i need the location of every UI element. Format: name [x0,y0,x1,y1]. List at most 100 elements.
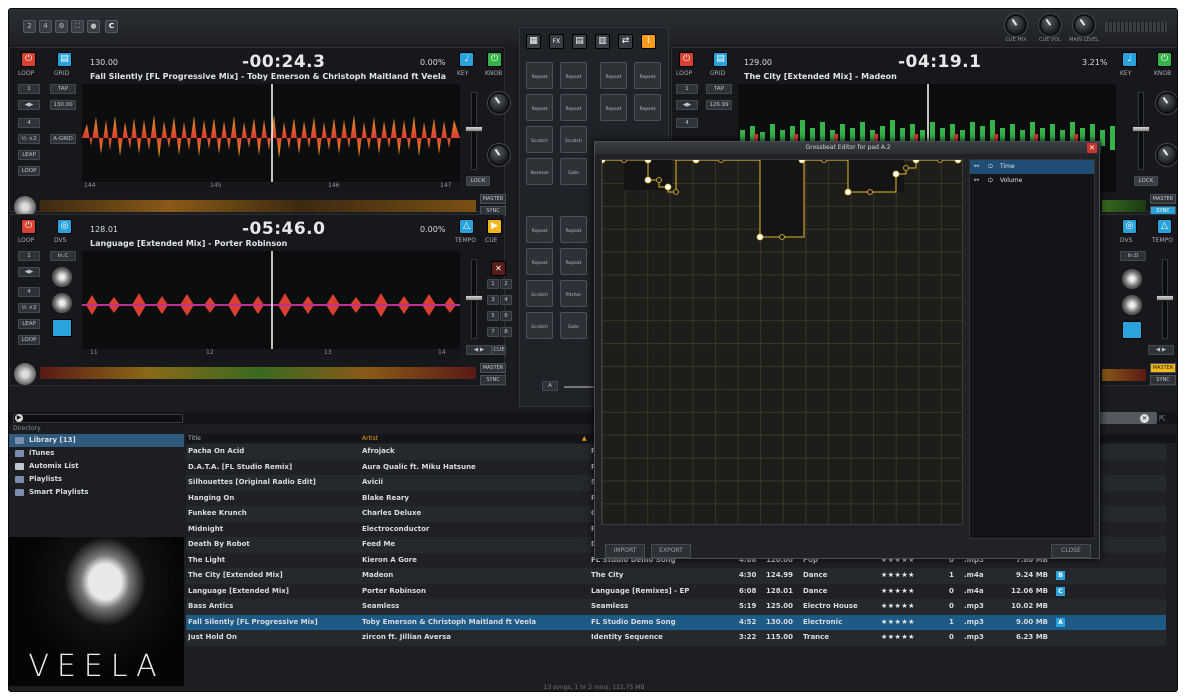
vinyl-mode-icon[interactable] [52,293,72,313]
c-button[interactable]: C [105,20,118,33]
deck-b-fx-knob-1[interactable] [1156,92,1177,114]
main-level-knob[interactable] [1073,14,1095,36]
key-icon[interactable]: ♩ [459,52,474,67]
leap-button[interactable]: LEAP [18,150,40,160]
dvs-icon[interactable]: ◎ [57,219,72,234]
deck-a-overview-waveform[interactable] [40,200,476,212]
deck-b-overview-waveform[interactable] [1102,200,1146,212]
deck-c-overview-waveform[interactable] [40,367,476,379]
sidebar-item-smart-playlists[interactable]: Smart Playlists [9,486,184,499]
vinyl-icon[interactable] [1122,269,1142,289]
pad-c3[interactable]: Repeat [526,248,553,275]
pad-a7[interactable]: Reverse [526,158,553,185]
cue-vol-knob[interactable] [1039,14,1061,36]
tap-button[interactable]: TAP [706,84,732,94]
link-icon[interactable]: ⚯ [974,174,979,188]
cue-icon[interactable]: ▶ [487,219,502,234]
input-select[interactable]: In.D [1120,251,1146,261]
pad-c2[interactable]: Repeat [560,216,587,243]
sync-button[interactable]: SYNC [1150,375,1176,385]
table-row[interactable]: Language [Extended Mix] Porter Robinson La… [186,583,1166,599]
cue-pad-5[interactable]: 5 [487,311,499,321]
column-artist[interactable]: Artist [362,434,378,443]
tempo-icon[interactable]: △ [1157,219,1172,234]
master-button[interactable]: MASTER [480,363,506,373]
pad-b4[interactable]: Repeat [634,94,661,121]
pad-b1[interactable]: Repeat [600,62,627,89]
deck-c-waveform[interactable] [82,251,460,359]
deck-d-pitch-fader-cap[interactable] [1156,295,1174,301]
halve-double[interactable]: ½ ×2 [18,134,40,144]
deck-b-bpm-field[interactable]: 126.99 [706,100,732,110]
sync-button[interactable]: SYNC [480,375,506,385]
loop-power-icon[interactable]: ⏻ [21,219,36,234]
vinyl-icon[interactable] [52,267,72,287]
pad-a6[interactable]: Scratch [560,126,587,153]
key-icon[interactable]: ♩ [1122,52,1137,67]
vinyl-mode-icon[interactable] [1122,295,1142,315]
grid-icon[interactable]: ▤ [713,52,728,67]
deck-b-fx-knob-2[interactable] [1156,144,1177,166]
master-button[interactable]: MASTER [1150,363,1176,373]
cue-pad-4[interactable]: 4 [500,295,512,305]
loop-size-4[interactable]: 4 [18,287,40,297]
deck-a-fx-knob-1[interactable] [488,92,510,114]
sidebar-item-automix[interactable]: Automix List [9,460,184,473]
scratch-mode-icon[interactable] [52,319,72,337]
cue-pad-8[interactable]: 8 [500,327,512,337]
halve-double[interactable]: ½ ×2 [18,303,40,313]
pads-tab-icon[interactable]: ▥ [595,34,610,49]
sidebar-item-itunes[interactable]: iTunes [9,447,184,460]
pad-c6[interactable]: Pitcher [560,280,587,307]
cue-pad-7[interactable]: 7 [487,327,499,337]
fullscreen-icon[interactable]: ⛶ [71,20,84,33]
loop-power-icon[interactable]: ⏻ [679,52,694,67]
pad-a8[interactable]: Gate [560,158,587,185]
export-button[interactable]: EXPORT [651,544,691,558]
scratch-mode-icon[interactable] [1122,321,1142,339]
pad-a5[interactable]: Scratch [526,126,553,153]
loop-size-1[interactable]: 1 [18,251,40,261]
mix-tab-icon[interactable]: ⇄ [618,34,633,49]
master-button[interactable]: MASTER [1150,194,1176,204]
pad-c4[interactable]: Repeat [560,248,587,275]
lock-button[interactable]: LOCK [466,176,490,186]
nudge-buttons[interactable]: ◀▶ [676,100,698,110]
deck-a-fx-knob-2[interactable] [488,144,510,166]
table-row[interactable]: Bass Antics Seamless Seamless 5:19 125.00 Ele… [186,599,1166,615]
toolbar-button-1[interactable]: 2 [23,20,36,33]
deck-a-waveform[interactable] [82,84,460,192]
column-title[interactable]: Title [188,434,201,443]
cue-pad-1[interactable]: 1 [487,279,499,289]
a-grid-button[interactable]: A-GRID [50,134,76,144]
param-volume-row[interactable]: ⚯ ⏻ Volume [970,174,1094,188]
pad-c7[interactable]: Scratch [526,312,553,339]
link-icon[interactable]: ⚯ [974,160,979,174]
pad-c1[interactable]: Repeat [526,216,553,243]
grid-icon[interactable]: ▤ [57,52,72,67]
cue-pad-6[interactable]: 6 [500,311,512,321]
search-input[interactable] [13,414,183,423]
cue-pad-2[interactable]: 2 [500,279,512,289]
loop-size-4[interactable]: 4 [676,118,698,128]
nudge-buttons[interactable]: ◀▶ [18,100,40,110]
loop-button[interactable]: LOOP [18,335,40,345]
sampler-tab-icon[interactable]: ▤ [572,34,587,49]
grossbeat-tab-icon[interactable]: ⌇ [641,34,656,49]
deck-b-pitch-fader-cap[interactable] [1132,126,1150,132]
grossbeat-close-icon[interactable]: ✕ [1087,143,1097,153]
deck-a-pitch-fader-cap[interactable] [465,126,483,132]
pad-c5[interactable]: Scratch [526,280,553,307]
loop-power-icon[interactable]: ⏻ [21,52,36,67]
record-icon[interactable]: ● [87,20,100,33]
param-time-row[interactable]: ⚯ ⏻ Time [970,160,1094,174]
pad-a4[interactable]: Repeat [560,94,587,121]
fx-tab[interactable]: FX [549,34,564,49]
table-row[interactable]: The City [Extended Mix] Madeon The City 4:3… [186,568,1166,584]
table-row[interactable]: Fall Silently [FL Progressive Mix] Toby E… [186,614,1166,630]
knob-power-icon[interactable]: ⏻ [487,52,502,67]
deck-a-bpm-field[interactable]: 130.00 [50,100,76,110]
pad-b2[interactable]: Repeat [634,62,661,89]
settings-icon[interactable]: ⚙ [55,20,68,33]
input-select[interactable]: In.C [50,251,76,261]
